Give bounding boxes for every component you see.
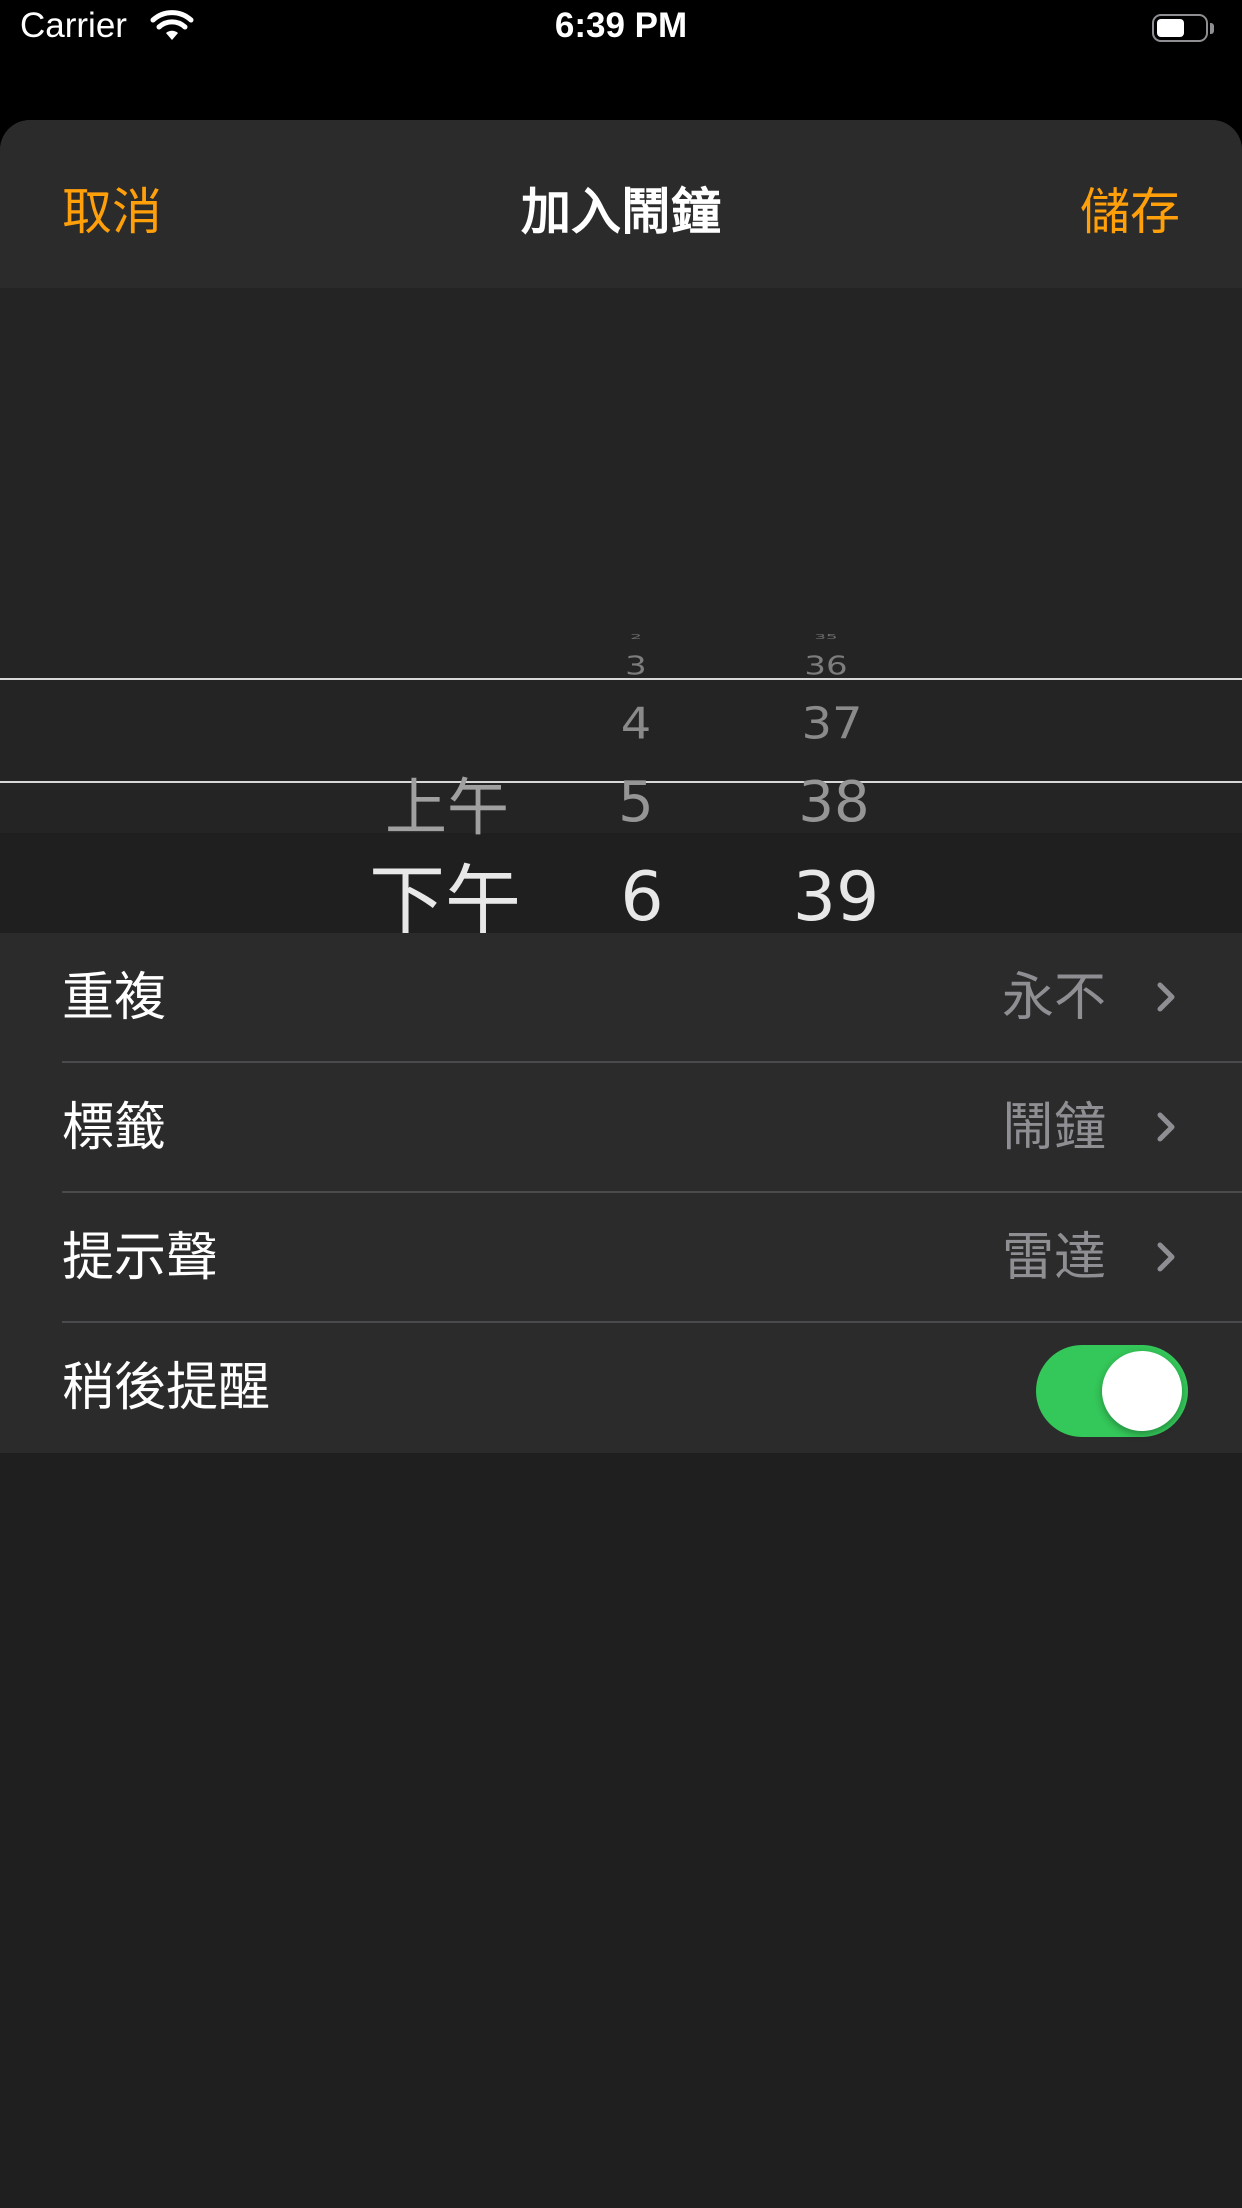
picker-hour-option[interactable]: 5: [618, 775, 654, 831]
settings-row-sound[interactable]: 提示聲 雷達: [0, 1193, 1242, 1323]
settings-row-repeat[interactable]: 重複 永不: [0, 933, 1242, 1063]
picker-period-selected[interactable]: 下午: [369, 863, 521, 939]
alarm-settings-list: 重複 永不 標籤 鬧鐘 提示聲 雷達 稍後提醒: [0, 933, 1242, 1453]
chevron-right-icon: [1157, 1242, 1175, 1272]
snooze-toggle[interactable]: [1036, 1345, 1188, 1437]
repeat-value: 永不: [1001, 968, 1106, 1028]
sound-label: 提示聲: [62, 1228, 219, 1288]
nav-bar: 取消 加入鬧鐘 儲存: [0, 120, 1242, 288]
toggle-knob: [1102, 1351, 1182, 1431]
picker-hour-selected[interactable]: 6: [620, 864, 663, 932]
add-alarm-sheet: 取消 加入鬧鐘 儲存 上午 下午 2 3 4 5 6 7 8 9 10 35 3…: [0, 120, 1242, 2208]
picker-minute-option[interactable]: 35: [815, 633, 838, 640]
picker-hour-option[interactable]: 3: [625, 653, 647, 679]
status-bar: Carrier 6:39 PM: [0, 0, 1242, 64]
chevron-right-icon: [1157, 982, 1175, 1012]
status-time: 6:39 PM: [554, 6, 688, 45]
save-button[interactable]: 儲存: [1080, 172, 1180, 244]
picker-selection-line-top: [0, 678, 1242, 680]
label-value: 鬧鐘: [1001, 1098, 1106, 1158]
label-label: 標籤: [62, 1098, 167, 1158]
picker-hour-option[interactable]: 2: [630, 633, 641, 640]
sound-value: 雷達: [1001, 1228, 1106, 1288]
time-picker[interactable]: 上午 下午 2 3 4 5 6 7 8 9 10 35 36 37 38 39 …: [0, 288, 1242, 1162]
battery-icon: [1152, 14, 1218, 46]
picker-hour-option[interactable]: 4: [621, 702, 652, 745]
picker-minute-option[interactable]: 37: [801, 702, 862, 745]
picker-minute-selected[interactable]: 39: [793, 864, 880, 932]
picker-minute-option[interactable]: 36: [804, 653, 847, 679]
picker-minute-option[interactable]: 38: [798, 775, 869, 831]
settings-row-label[interactable]: 標籤 鬧鐘: [0, 1063, 1242, 1193]
page-title: 加入鬧鐘: [521, 183, 721, 241]
snooze-label: 稍後提醒: [62, 1358, 271, 1418]
picker-period-am[interactable]: 上午: [385, 777, 509, 839]
repeat-label: 重複: [62, 968, 167, 1028]
chevron-right-icon: [1157, 1112, 1175, 1142]
settings-row-snooze: 稍後提醒: [0, 1323, 1242, 1453]
